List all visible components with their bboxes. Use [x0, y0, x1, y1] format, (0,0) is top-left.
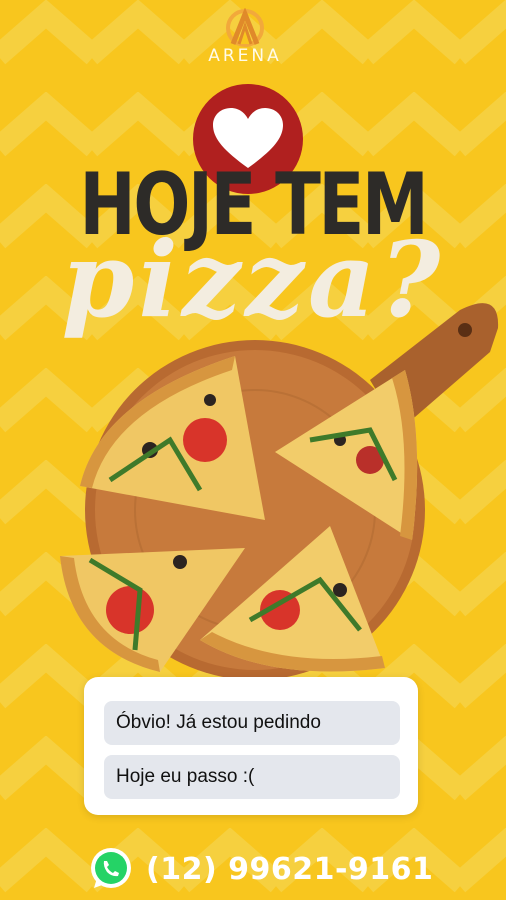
headline-script: pizza? — [61, 218, 445, 341]
phone-number[interactable]: (12) 99621-9161 — [146, 852, 433, 887]
poll-option-no[interactable]: Hoje eu passo :( — [104, 755, 400, 799]
brand-logo: ARENA — [195, 8, 295, 78]
poll-option-yes[interactable]: Óbvio! Já estou pedindo — [104, 701, 400, 745]
whatsapp-icon — [91, 848, 131, 888]
contact-line: (12) 99621-9161 — [88, 844, 433, 894]
logo-text: ARENA — [208, 46, 282, 66]
pizza-board-image — [60, 303, 499, 680]
poll-card: Óbvio! Já estou pedindo Hoje eu passo :( — [84, 677, 418, 815]
logo-mark-icon — [226, 8, 264, 47]
